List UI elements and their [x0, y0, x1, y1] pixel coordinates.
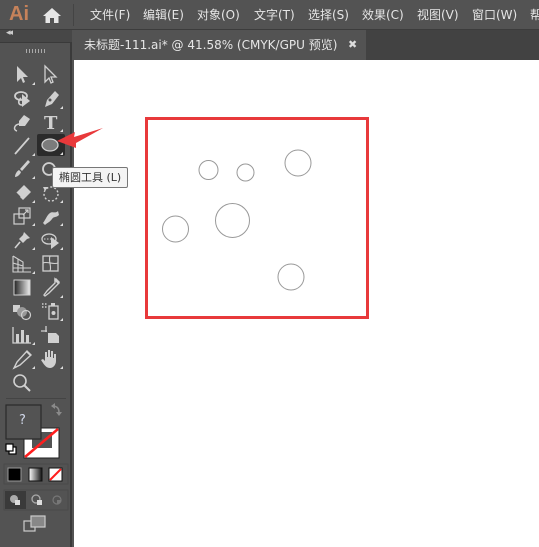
circle-2[interactable]	[236, 163, 255, 182]
annotation-arrow	[57, 128, 103, 148]
change-screen-mode-icon[interactable]	[22, 514, 50, 534]
zoom-tool[interactable]	[9, 372, 37, 394]
scale-tool[interactable]	[9, 205, 37, 227]
default-fill-stroke-icon[interactable]	[5, 443, 17, 455]
circle-4[interactable]	[162, 215, 189, 243]
direct-selection-arrow-icon	[44, 64, 58, 84]
circle-6[interactable]	[277, 263, 305, 291]
mesh-icon	[42, 255, 59, 272]
gradient-icon	[13, 279, 31, 296]
symbol-sprayer-tool[interactable]	[37, 300, 65, 322]
puppet-warp-tool[interactable]	[9, 229, 37, 251]
eraser-tool[interactable]	[9, 182, 37, 204]
warp-tool[interactable]	[37, 205, 65, 227]
direct-selection-tool[interactable]	[37, 64, 65, 86]
hand-tool[interactable]	[37, 348, 65, 370]
gradient-button[interactable]	[28, 467, 43, 482]
draw-inside-icon[interactable]	[52, 495, 62, 505]
selection-tool[interactable]	[9, 64, 37, 86]
blend-tool[interactable]	[9, 300, 37, 322]
curvature-tool[interactable]	[9, 111, 37, 133]
slice-tool[interactable]	[9, 348, 37, 370]
collapse-icon[interactable]: ◂◂	[6, 28, 13, 38]
curvature-pen-icon	[13, 115, 30, 132]
artboard-tool[interactable]	[37, 324, 65, 346]
swap-fill-stroke-icon[interactable]	[51, 403, 62, 416]
mesh-tool[interactable]	[37, 253, 65, 275]
circle-3[interactable]	[284, 149, 312, 177]
pen-tool[interactable]	[37, 88, 65, 110]
tools-panel-header: ◂◂	[0, 28, 72, 43]
fill-stroke-widget	[5, 403, 62, 459]
fill-unknown-label: ?	[19, 413, 26, 428]
color-button[interactable]	[7, 467, 22, 482]
magnifier-icon	[13, 374, 31, 392]
none-button[interactable]	[48, 467, 63, 482]
panel-grip[interactable]	[26, 49, 46, 53]
circle-5[interactable]	[215, 203, 250, 238]
draw-normal-icon[interactable]	[5, 491, 26, 509]
eyedropper-tool[interactable]	[37, 277, 65, 299]
tool-tooltip: 椭圆工具 (L)	[52, 167, 129, 188]
perspective-grid-tool[interactable]	[9, 253, 37, 275]
line-segment-tool[interactable]	[9, 135, 37, 157]
color-mode-buttons	[3, 463, 69, 485]
shape-builder-tool[interactable]	[37, 229, 65, 251]
artwork	[162, 149, 312, 291]
draw-mode-buttons	[3, 489, 69, 511]
lasso-tool[interactable]	[9, 88, 37, 110]
tools-separator	[6, 398, 66, 399]
blend-icon	[13, 305, 32, 321]
artboard-icon	[41, 326, 59, 343]
lasso-icon	[14, 91, 30, 107]
gradient-tool[interactable]	[9, 277, 37, 299]
circle-1[interactable]	[198, 160, 219, 180]
paintbrush-tool[interactable]	[9, 158, 37, 180]
column-graph-tool[interactable]	[9, 324, 37, 346]
draw-behind-icon[interactable]	[31, 494, 42, 505]
